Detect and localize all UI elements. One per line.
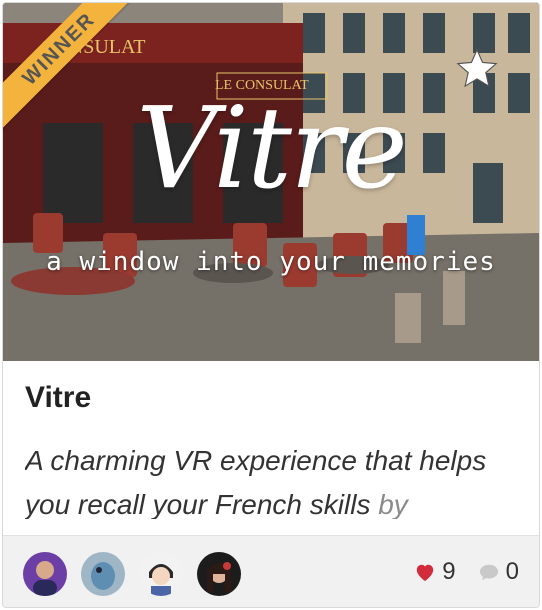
hero-title: Vitre [136, 84, 408, 214]
description-text: A charming VR experience that helps you … [25, 445, 487, 519]
card-stats: 9 0 [414, 558, 519, 586]
project-card[interactable]: CONSULAT LE CONSULAT Vitre a window into… [2, 2, 540, 608]
comment-icon [479, 564, 498, 581]
heart-icon [417, 564, 434, 582]
favorite-button[interactable] [447, 39, 507, 99]
avatar[interactable] [23, 552, 67, 596]
avatar[interactable] [81, 552, 125, 596]
project-description: A charming VR experience that helps you … [25, 439, 525, 519]
comments-value: 0 [505, 558, 519, 585]
likes-value: 9 [442, 558, 456, 585]
avatar[interactable] [139, 552, 183, 596]
project-thumbnail[interactable]: CONSULAT LE CONSULAT Vitre a window into… [3, 3, 539, 361]
avatar[interactable] [197, 552, 241, 596]
project-title[interactable]: Vitre [25, 381, 91, 415]
hero-tagline: a window into your memories [46, 247, 496, 277]
card-footer: 9 0 [3, 535, 539, 607]
star-icon [456, 48, 498, 88]
team-avatars [23, 552, 241, 596]
likes-count[interactable]: 9 [414, 558, 456, 586]
comments-count[interactable]: 0 [478, 558, 519, 586]
description-faded-text: by [378, 489, 408, 519]
